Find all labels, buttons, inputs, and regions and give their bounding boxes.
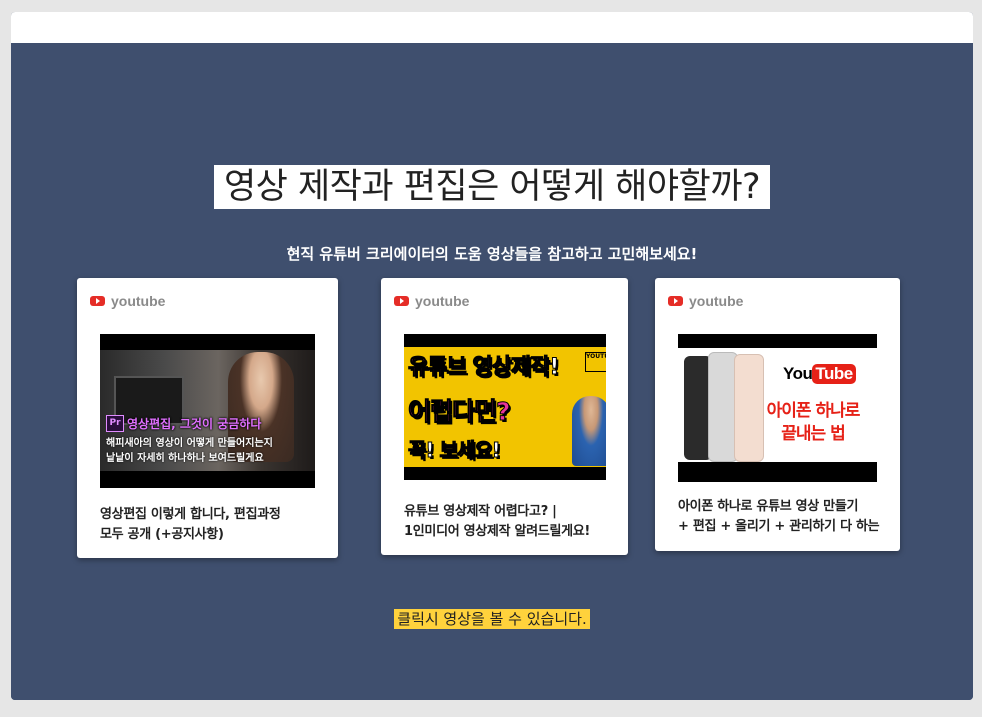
- thumbnail-tag: Pr 영상편집, 그것이 궁금하다: [106, 414, 261, 432]
- video-thumbnail[interactable]: You Tube 아이폰 하나로 끝내는 법: [678, 334, 877, 482]
- thumbnail-line: 낱낱이 자세히 하나하나 보여드릴게요: [106, 453, 264, 464]
- top-bar: [11, 12, 973, 43]
- video-caption[interactable]: 영상편집 이렇게 합니다, 편집과정 모두 공개 (+공지사항): [100, 505, 325, 545]
- page-frame: 영상 제작과 편집은 어떻게 해야할까? 현직 유튜버 크리에이터의 도움 영상…: [11, 12, 973, 700]
- logo-tube: Tube: [812, 364, 856, 384]
- video-card-3[interactable]: youtube You Tube 아이폰 하나로 끝내는 법 아이폰 하나로 유…: [655, 278, 900, 551]
- source-label: youtube: [415, 293, 470, 309]
- card-source: youtube: [90, 292, 165, 310]
- source-label: youtube: [111, 293, 166, 309]
- caption-line: 1인미디어 영상제작 알려드릴게요!: [404, 524, 591, 539]
- channel-badge: YOUTUBE: [585, 352, 606, 372]
- thumbnail-line: 어렵다면?: [408, 397, 512, 426]
- click-hint: 클릭시 영상을 볼 수 있습니다.: [394, 609, 590, 629]
- video-caption[interactable]: 유튜브 영상제작 어렵다고? | 1인미디어 영상제작 알려드릴게요!: [404, 502, 624, 542]
- thumbnail-tag-text: 영상편집, 그것이 궁금하다: [127, 416, 262, 431]
- thumbnail-line: 꼭! 보세요!: [408, 438, 502, 463]
- thumbnail-line: 유튜브 영상제작!: [408, 355, 560, 381]
- premiere-icon: Pr: [106, 414, 124, 432]
- caption-line: 영상편집 이렇게 합니다, 편집과정: [100, 507, 281, 522]
- logo-you: You: [783, 364, 813, 383]
- thumbnail-description: 해피새아의 영상이 어떻게 만들어지는지 낱낱이 자세히 하나하나 보여드릴게요: [106, 436, 314, 466]
- video-thumbnail[interactable]: Pr 영상편집, 그것이 궁금하다 해피새아의 영상이 어떻게 만들어지는지 낱…: [100, 334, 315, 488]
- caption-line: 유튜브 영상제작 어렵다고? |: [404, 504, 557, 519]
- thumbnail-word: 영상제작!: [472, 355, 560, 381]
- video-card-2[interactable]: youtube 유튜브 영상제작! 어렵다면? 꼭! 보세요! YOUTUBE …: [381, 278, 628, 555]
- youtube-icon: [394, 296, 409, 306]
- note-container: 클릭시 영상을 볼 수 있습니다.: [11, 609, 973, 629]
- thumbnail-line: 해피새아의 영상이 어떻게 만들어지는지: [106, 438, 273, 449]
- video-thumbnail[interactable]: 유튜브 영상제작! 어렵다면? 꼭! 보세요! YOUTUBE: [404, 334, 606, 480]
- person-graphic: [572, 396, 606, 466]
- caption-line: 모두 공개 (+공지사항): [100, 527, 224, 542]
- video-card-1[interactable]: youtube Pr 영상편집, 그것이 궁금하다 해피새아의 영상이 어떻게 …: [77, 278, 338, 558]
- thumbnail-line: 끝내는 법: [781, 424, 845, 444]
- card-source: youtube: [668, 292, 743, 310]
- source-label: youtube: [689, 293, 744, 309]
- headline-container: 영상 제작과 편집은 어떻게 해야할까?: [11, 165, 973, 209]
- caption-line: + 편집 + 올리기 + 관리하기 다 하는: [678, 519, 880, 534]
- thumbnail-line: 아이폰 하나로: [766, 401, 861, 421]
- hero-section: 영상 제작과 편집은 어떻게 해야할까? 현직 유튜버 크리에이터의 도움 영상…: [11, 43, 973, 700]
- thumbnail-title: 아이폰 하나로 끝내는 법: [756, 400, 870, 446]
- video-caption[interactable]: 아이폰 하나로 유튜브 영상 만들기 + 편집 + 올리기 + 관리하기 다 하…: [678, 497, 900, 537]
- card-source: youtube: [394, 292, 469, 310]
- youtube-icon: [90, 296, 105, 306]
- youtube-icon: [668, 296, 683, 306]
- caption-line: 아이폰 하나로 유튜브 영상 만들기: [678, 499, 859, 514]
- thumbnail-word: 유튜브: [408, 355, 468, 381]
- youtube-logo: You Tube: [783, 364, 856, 384]
- subtitle: 현직 유튜버 크리에이터의 도움 영상들을 참고하고 고민해보세요!: [286, 245, 698, 263]
- page-title: 영상 제작과 편집은 어떻게 해야할까?: [213, 165, 771, 209]
